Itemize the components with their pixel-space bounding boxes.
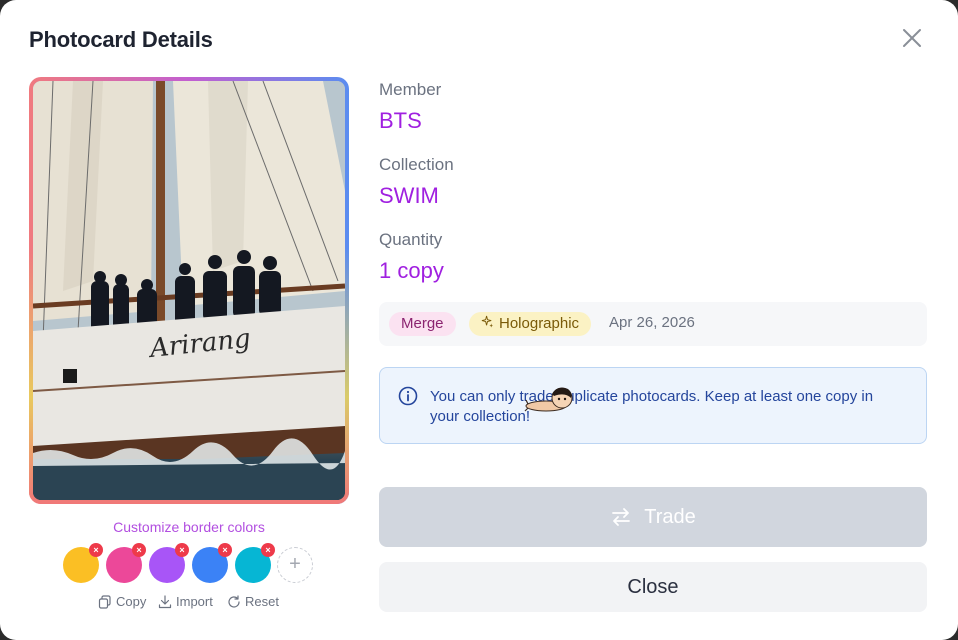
border-color-swatches: × × × × × +	[63, 543, 323, 583]
photocard-details-modal: Photocard Details Arirang Customize bord…	[0, 0, 958, 640]
photocard-frame: Arirang	[29, 77, 349, 504]
copy-colors-button[interactable]: Copy	[98, 594, 146, 609]
import-colors-button[interactable]: Import	[158, 594, 213, 609]
remove-swatch-icon[interactable]: ×	[218, 543, 232, 557]
reset-label: Reset	[245, 594, 279, 609]
sparkles-icon	[481, 315, 494, 328]
card-date: Apr 26, 2026	[609, 314, 695, 331]
trade-info-notice: You can only trade duplicate photocards.…	[379, 367, 927, 444]
member-value: BTS	[379, 108, 422, 133]
copy-icon	[98, 594, 111, 609]
swatch-yellow[interactable]: ×	[63, 543, 103, 583]
quantity-label: Quantity	[379, 230, 443, 249]
notice-text: You can only trade duplicate photocards.…	[430, 388, 874, 425]
modal-title: Photocard Details	[29, 27, 213, 52]
refresh-icon	[228, 594, 240, 608]
swap-arrows-icon	[612, 508, 631, 526]
swimmer-sticker-icon	[524, 387, 573, 412]
member-label: Member	[379, 80, 442, 99]
swatch-pink[interactable]: ×	[106, 543, 146, 583]
remove-swatch-icon[interactable]: ×	[261, 543, 275, 557]
copy-label: Copy	[116, 594, 147, 609]
trade-label: Trade	[644, 505, 696, 528]
import-label: Import	[176, 594, 213, 609]
holographic-label: Holographic	[499, 315, 580, 332]
swatch-purple[interactable]: ×	[149, 543, 189, 583]
remove-swatch-icon[interactable]: ×	[89, 543, 103, 557]
card-meta-bar: Merge Holographic Apr 26, 2026	[379, 302, 927, 346]
holographic-badge: Holographic	[469, 312, 592, 336]
quantity-value: 1 copy	[379, 258, 444, 283]
download-icon	[158, 594, 172, 608]
collection-label: Collection	[379, 155, 454, 174]
photocard-image: Arirang	[33, 81, 345, 500]
add-color-button[interactable]: +	[277, 547, 313, 583]
collection-value: SWIM	[379, 183, 439, 208]
customize-border-label: Customize border colors	[113, 519, 265, 535]
remove-swatch-icon[interactable]: ×	[175, 543, 189, 557]
trade-button[interactable]: Trade	[379, 487, 927, 547]
swatch-cyan[interactable]: ×	[235, 543, 275, 583]
close-icon[interactable]	[898, 24, 926, 52]
merge-badge: Merge	[389, 312, 456, 336]
swatch-blue[interactable]: ×	[192, 543, 232, 583]
remove-swatch-icon[interactable]: ×	[132, 543, 146, 557]
info-icon	[398, 386, 418, 406]
reset-colors-button[interactable]: Reset	[227, 594, 279, 609]
close-button[interactable]: Close	[379, 562, 927, 612]
